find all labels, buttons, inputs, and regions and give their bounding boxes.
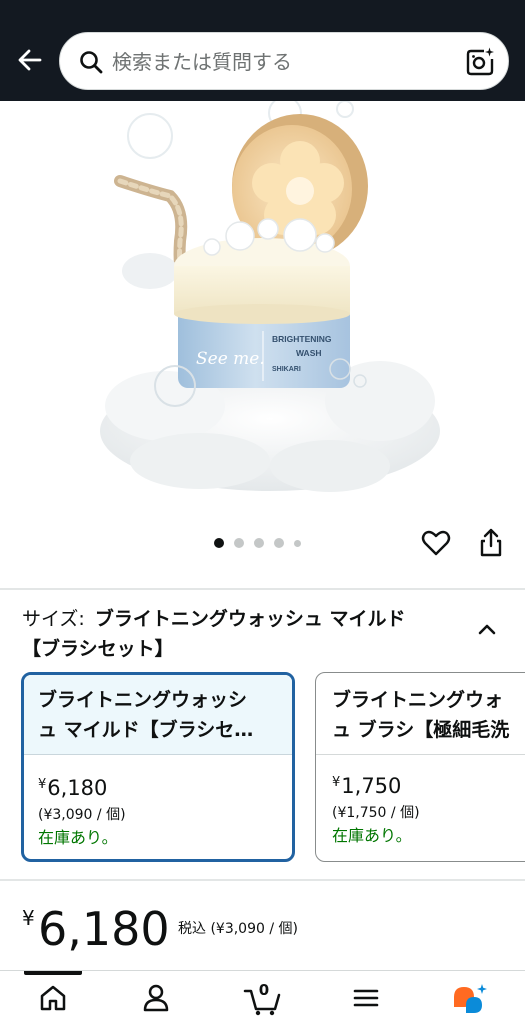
home-icon <box>40 985 66 1011</box>
nav-active-indicator <box>24 971 82 975</box>
option-price-value: 6,180 <box>47 776 108 800</box>
section-divider <box>0 879 525 881</box>
nav-menu[interactable] <box>346 983 386 1023</box>
option-stock: 在庫あり。 <box>332 826 412 845</box>
size-selector-label: サイズ: ブライトニングウォッシュ マイルド 【ブラシセット】 <box>22 604 462 664</box>
size-selected-value-line1: ブライトニングウォッシュ マイルド <box>94 608 406 630</box>
option-title: ブライトニングウォッシ ュ マイルド【ブラシセ… <box>24 675 292 755</box>
collapse-size-button[interactable] <box>472 614 502 644</box>
user-icon <box>143 984 169 1012</box>
carousel-dot[interactable] <box>234 538 244 548</box>
search-bar[interactable] <box>59 32 509 90</box>
cart-count-badge: 0 <box>258 981 270 999</box>
search-input[interactable] <box>112 45 452 79</box>
product-image[interactable]: See me. BRIGHTENING WASH SHIKARI <box>0 101 525 521</box>
size-option-brush[interactable]: ブライトニングウォ ュ ブラシ【極細毛洗 ¥1,750 (¥1,750 / 個)… <box>315 672 525 862</box>
nav-home[interactable] <box>33 983 73 1023</box>
wishlist-button[interactable] <box>420 527 452 559</box>
price-currency: ¥ <box>22 906 35 930</box>
size-selected-value-line2: 【ブラシセット】 <box>22 638 174 660</box>
price-tax-note: 税込 (¥3,090 / 個) <box>178 921 298 937</box>
nav-rufus[interactable] <box>449 983 489 1023</box>
share-icon <box>480 528 502 557</box>
camera-search-icon[interactable] <box>464 46 496 78</box>
jar-brand-text: See me. <box>196 349 265 369</box>
option-price: ¥6,180 <box>38 771 278 802</box>
option-unit-price: (¥3,090 / 個) <box>38 807 126 823</box>
product-photo: See me. BRIGHTENING WASH SHIKARI <box>100 101 440 492</box>
top-header <box>0 0 525 101</box>
chevron-up-icon <box>478 624 496 635</box>
jar-small-text: SHIKARI <box>272 366 301 373</box>
back-button[interactable] <box>12 42 48 78</box>
option-title-line1: ブライトニングウォッシ <box>38 689 248 711</box>
nav-cart[interactable]: 0 <box>243 981 283 1023</box>
bottom-navigation: 0 <box>0 970 525 1024</box>
option-yen: ¥ <box>332 775 341 790</box>
share-button[interactable] <box>475 527 507 559</box>
back-arrow-icon <box>18 49 42 71</box>
size-prefix: サイズ: <box>22 608 85 630</box>
menu-icon <box>353 989 379 1007</box>
jar-line2-text: WASH <box>296 348 322 358</box>
size-option-selected[interactable]: ブライトニングウォッシ ュ マイルド【ブラシセ… ¥6,180 (¥3,090 … <box>21 672 295 862</box>
heart-icon <box>421 530 451 556</box>
carousel-dot[interactable] <box>274 538 284 548</box>
option-yen: ¥ <box>38 777 47 792</box>
price-amount: 6,180 <box>38 902 170 956</box>
option-unit-price: (¥1,750 / 個) <box>332 805 420 821</box>
option-price: ¥1,750 <box>332 769 525 800</box>
option-price-value: 1,750 <box>341 774 402 798</box>
option-stock: 在庫あり。 <box>38 828 118 847</box>
search-icon <box>80 51 103 74</box>
carousel-dot[interactable] <box>254 538 264 548</box>
option-title-line1: ブライトニングウォ <box>332 689 504 711</box>
option-title-line2: ュ マイルド【ブラシセ… <box>38 719 254 741</box>
carousel-dot[interactable] <box>214 538 224 548</box>
rufus-assistant-icon <box>454 984 487 1013</box>
option-title: ブライトニングウォ ュ ブラシ【極細毛洗 <box>316 673 525 755</box>
carousel-dot[interactable] <box>294 539 301 547</box>
product-detail-page: See me. BRIGHTENING WASH SHIKARI サイズ <box>0 0 525 1024</box>
nav-account[interactable] <box>136 983 176 1023</box>
carousel-dots <box>214 537 301 549</box>
jar-line1-text: BRIGHTENING <box>272 334 332 344</box>
option-title-line2: ュ ブラシ【極細毛洗 <box>332 719 510 741</box>
section-divider <box>0 588 525 590</box>
